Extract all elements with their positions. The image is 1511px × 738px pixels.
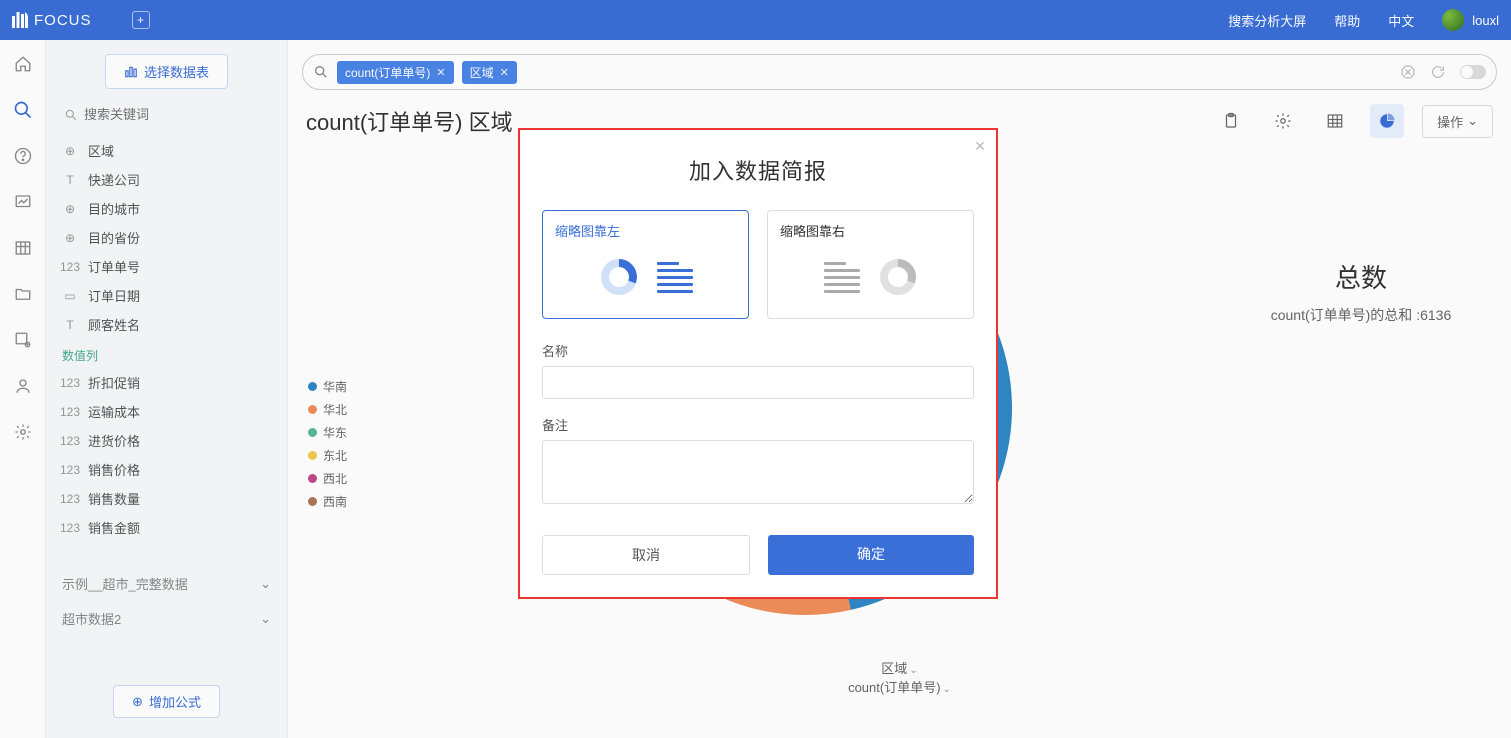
mini-donut-icon xyxy=(878,257,918,297)
mini-lines-icon xyxy=(657,262,693,293)
layout-left-option[interactable]: 缩略图靠左 xyxy=(542,210,749,319)
layout-right-option[interactable]: 缩略图靠右 xyxy=(767,210,974,319)
close-icon[interactable]: ✕ xyxy=(974,138,986,155)
name-input[interactable] xyxy=(542,366,974,399)
add-report-modal: ✕ 加入数据简报 缩略图靠左 缩略图靠右 名称 备注 取消 确定 xyxy=(518,128,998,599)
ok-button[interactable]: 确定 xyxy=(768,535,974,575)
mini-donut-icon xyxy=(599,257,639,297)
note-label: 备注 xyxy=(542,415,974,434)
note-input[interactable] xyxy=(542,440,974,504)
cancel-button[interactable]: 取消 xyxy=(542,535,750,575)
name-label: 名称 xyxy=(542,341,974,360)
modal-title: 加入数据简报 xyxy=(542,142,974,210)
mini-lines-icon xyxy=(824,262,860,293)
